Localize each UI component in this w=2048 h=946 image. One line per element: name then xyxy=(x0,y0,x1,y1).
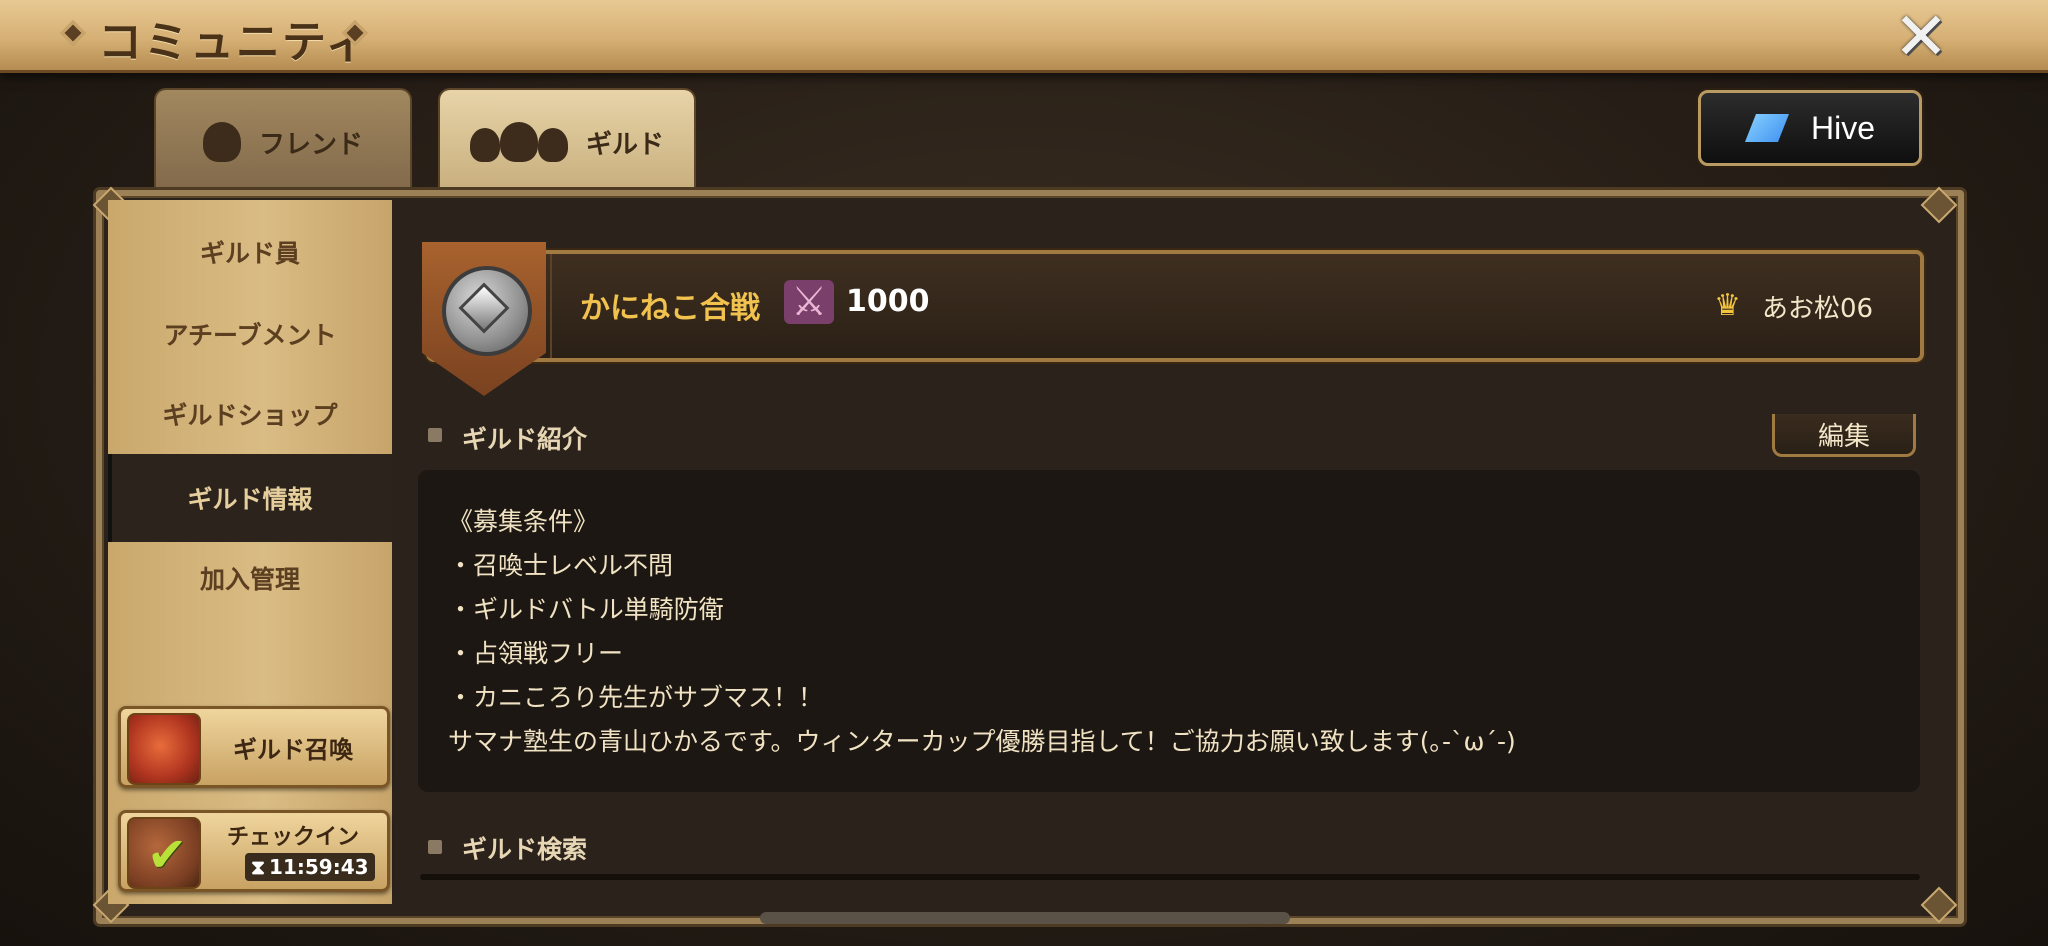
summon-scroll-icon xyxy=(127,713,201,785)
sidebar-item-guild-info[interactable]: ギルド情報 xyxy=(108,454,392,542)
intro-line: ・占領戦フリー xyxy=(448,639,624,668)
checkin-timer-value: 11:59:43 xyxy=(269,855,369,879)
guild-search-divider xyxy=(420,874,1920,880)
intro-line: ・召喚士レベル不問 xyxy=(448,551,674,580)
checkin-button[interactable]: ✔ チェックイン ⧗ 11:59:43 xyxy=(118,810,390,892)
title-bar: コミュニティ ✕ xyxy=(0,0,2048,73)
edit-button[interactable]: 編集 xyxy=(1772,414,1916,457)
diamond-ornament-icon xyxy=(60,20,86,46)
guild-intro-title: ギルド紹介 xyxy=(462,425,588,454)
hive-label: Hive xyxy=(1810,109,1875,146)
guild-name: かにねこ合戦 xyxy=(580,291,760,326)
crossed-swords-icon: ⚔ xyxy=(784,280,834,324)
tab-friend-label: フレンド xyxy=(258,129,363,160)
sidebar-item-label: 加入管理 xyxy=(199,565,300,594)
checkin-icon: ✔ xyxy=(127,817,201,889)
hourglass-icon: ⧗ xyxy=(251,855,266,879)
sidebar-item-label: ギルド員 xyxy=(199,239,300,268)
guild-summon-label: ギルド召喚 xyxy=(233,735,353,764)
sidebar-item-label: ギルド情報 xyxy=(187,485,313,514)
intro-line: サマナ塾生の青山ひかるです。ウィンターカップ優勝目指して！ご協力お願い致します(… xyxy=(448,727,1516,756)
horizontal-scrollbar[interactable] xyxy=(760,912,1290,924)
hive-logo-icon xyxy=(1745,114,1789,142)
crown-icon: ♛ xyxy=(1714,288,1741,323)
sidebar-item-join-management[interactable]: 加入管理 xyxy=(108,538,392,618)
sidebar-item-guild-members[interactable]: ギルド員 xyxy=(108,212,392,292)
section-bullet-icon xyxy=(428,840,442,854)
friend-icon xyxy=(202,122,241,162)
side-menu: ギルド員 アチーブメント ギルドショップ ギルド情報 加入管理 ギルド召喚 ✔ … xyxy=(108,200,392,904)
window-title: コミュニティ xyxy=(98,17,372,68)
sidebar-item-achievement[interactable]: アチーブメント xyxy=(108,294,392,374)
tab-guild[interactable]: ギルド xyxy=(438,88,696,194)
tab-friend[interactable]: フレンド xyxy=(154,88,412,194)
sidebar-item-guild-shop[interactable]: ギルドショップ xyxy=(108,374,392,454)
guild-members-icon xyxy=(469,122,568,162)
sidebar-item-label: アチーブメント xyxy=(163,321,337,350)
guild-search-title[interactable]: ギルド検索 xyxy=(462,830,587,866)
close-button[interactable]: ✕ xyxy=(1890,0,1952,75)
checkin-label: チェックイン xyxy=(226,825,359,850)
hive-button[interactable]: Hive xyxy=(1698,90,1922,166)
tab-guild-label: ギルド xyxy=(585,129,664,160)
close-icon: ✕ xyxy=(1893,0,1949,75)
intro-line: ・カニころり先生がサブマス！！ xyxy=(448,683,824,712)
checkin-timer: ⧗ 11:59:43 xyxy=(245,853,375,881)
intro-line: ・ギルドバトル単騎防衛 xyxy=(448,595,724,624)
intro-line: 《募集条件》 xyxy=(448,507,599,536)
sidebar-item-label: ギルドショップ xyxy=(162,401,338,430)
guild-score: 1000 xyxy=(846,284,930,319)
guild-master-name: あお松06 xyxy=(1762,294,1874,324)
guild-summon-button[interactable]: ギルド召喚 xyxy=(118,706,390,788)
section-bullet-icon xyxy=(428,428,442,442)
